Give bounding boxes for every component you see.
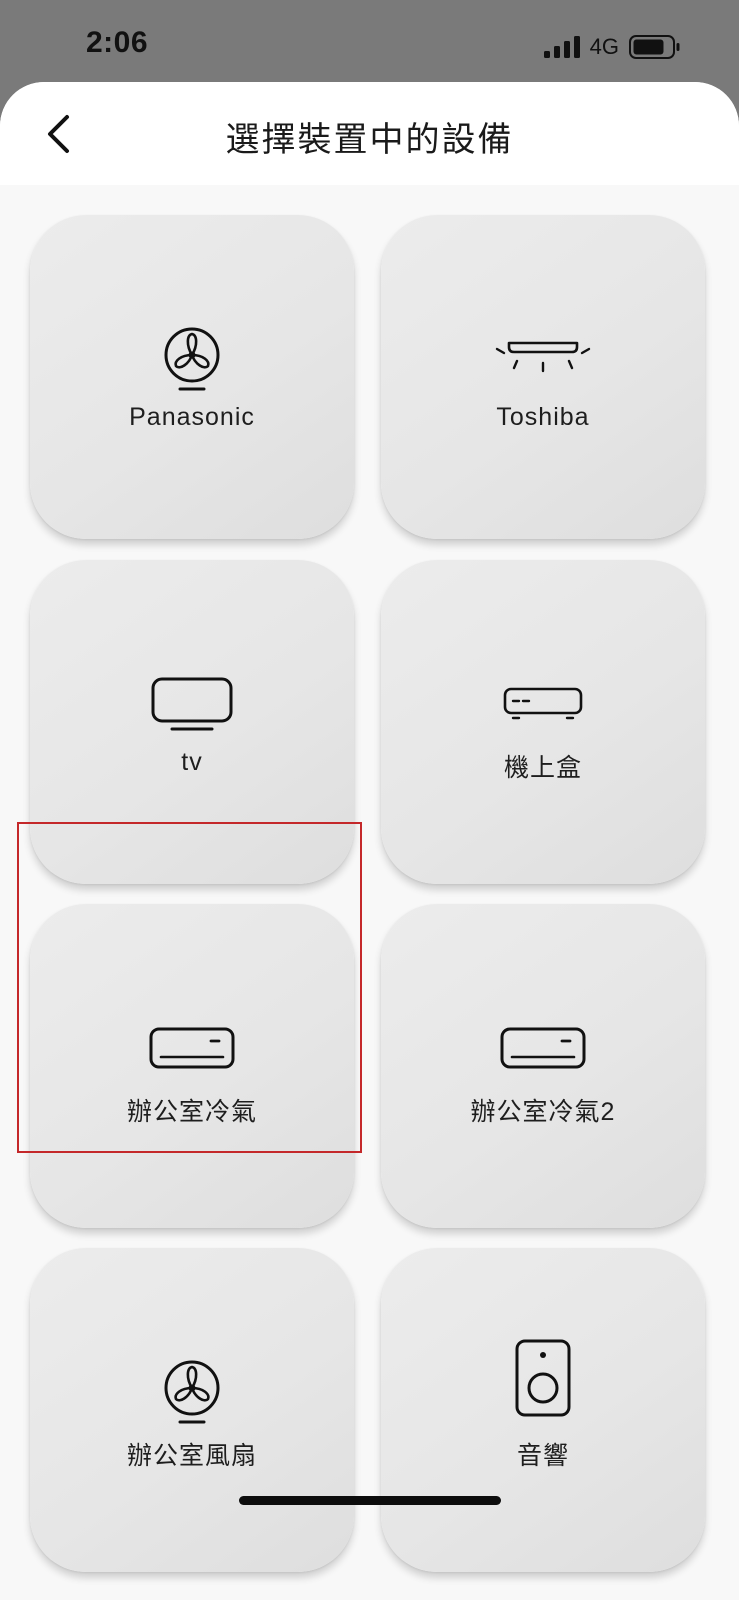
device-label: 辦公室風扇 — [126, 1442, 257, 1470]
device-tile-speaker[interactable]: 音響 — [381, 1248, 705, 1572]
device-tile-toshiba[interactable]: Toshiba — [381, 215, 705, 539]
device-label: Panasonic — [129, 403, 255, 431]
fan-icon — [164, 327, 220, 391]
signal-bars-icon — [543, 36, 580, 58]
device-tile-panasonic[interactable]: Panasonic — [30, 215, 354, 539]
device-label: 機上盒 — [503, 754, 582, 782]
device-tile-tv[interactable]: tv — [30, 560, 354, 884]
air-conditioner-icon — [500, 1027, 586, 1069]
device-tile-office-ac[interactable]: 辦公室冷氣 — [30, 904, 354, 1228]
device-tile-office-ac-2[interactable]: 辦公室冷氣2 — [381, 904, 705, 1228]
page-title: 選擇裝置中的設備 — [225, 121, 514, 159]
device-label: 辦公室冷氣2 — [470, 1098, 616, 1126]
speaker-icon — [515, 1339, 571, 1417]
status-time: 2:06 — [86, 26, 149, 59]
device-label: 辦公室冷氣 — [126, 1098, 257, 1126]
air-conditioner-icon — [149, 1027, 235, 1069]
battery-icon — [629, 35, 680, 59]
device-label: Toshiba — [496, 403, 590, 431]
header: 選擇裝置中的設備 — [0, 82, 739, 185]
home-indicator[interactable] — [239, 1496, 501, 1505]
device-picker-sheet: 選擇裝置中的設備 Panasonic Toshiba tv 機上盒 辦公室冷氣 … — [0, 82, 739, 1600]
device-tile-set-top-box[interactable]: 機上盒 — [381, 560, 705, 884]
network-type: 4G — [589, 34, 619, 59]
ceiling-ac-icon — [495, 341, 591, 373]
device-label: tv — [181, 748, 203, 776]
fan-icon — [164, 1360, 220, 1424]
device-tile-office-fan[interactable]: 辦公室風扇 — [30, 1248, 354, 1572]
tv-icon — [151, 677, 233, 731]
set-top-box-icon — [503, 687, 583, 720]
status-indicators: 4G — [543, 34, 681, 60]
status-bar: 2:06 4G — [0, 0, 739, 82]
device-label: 音響 — [516, 1442, 569, 1470]
